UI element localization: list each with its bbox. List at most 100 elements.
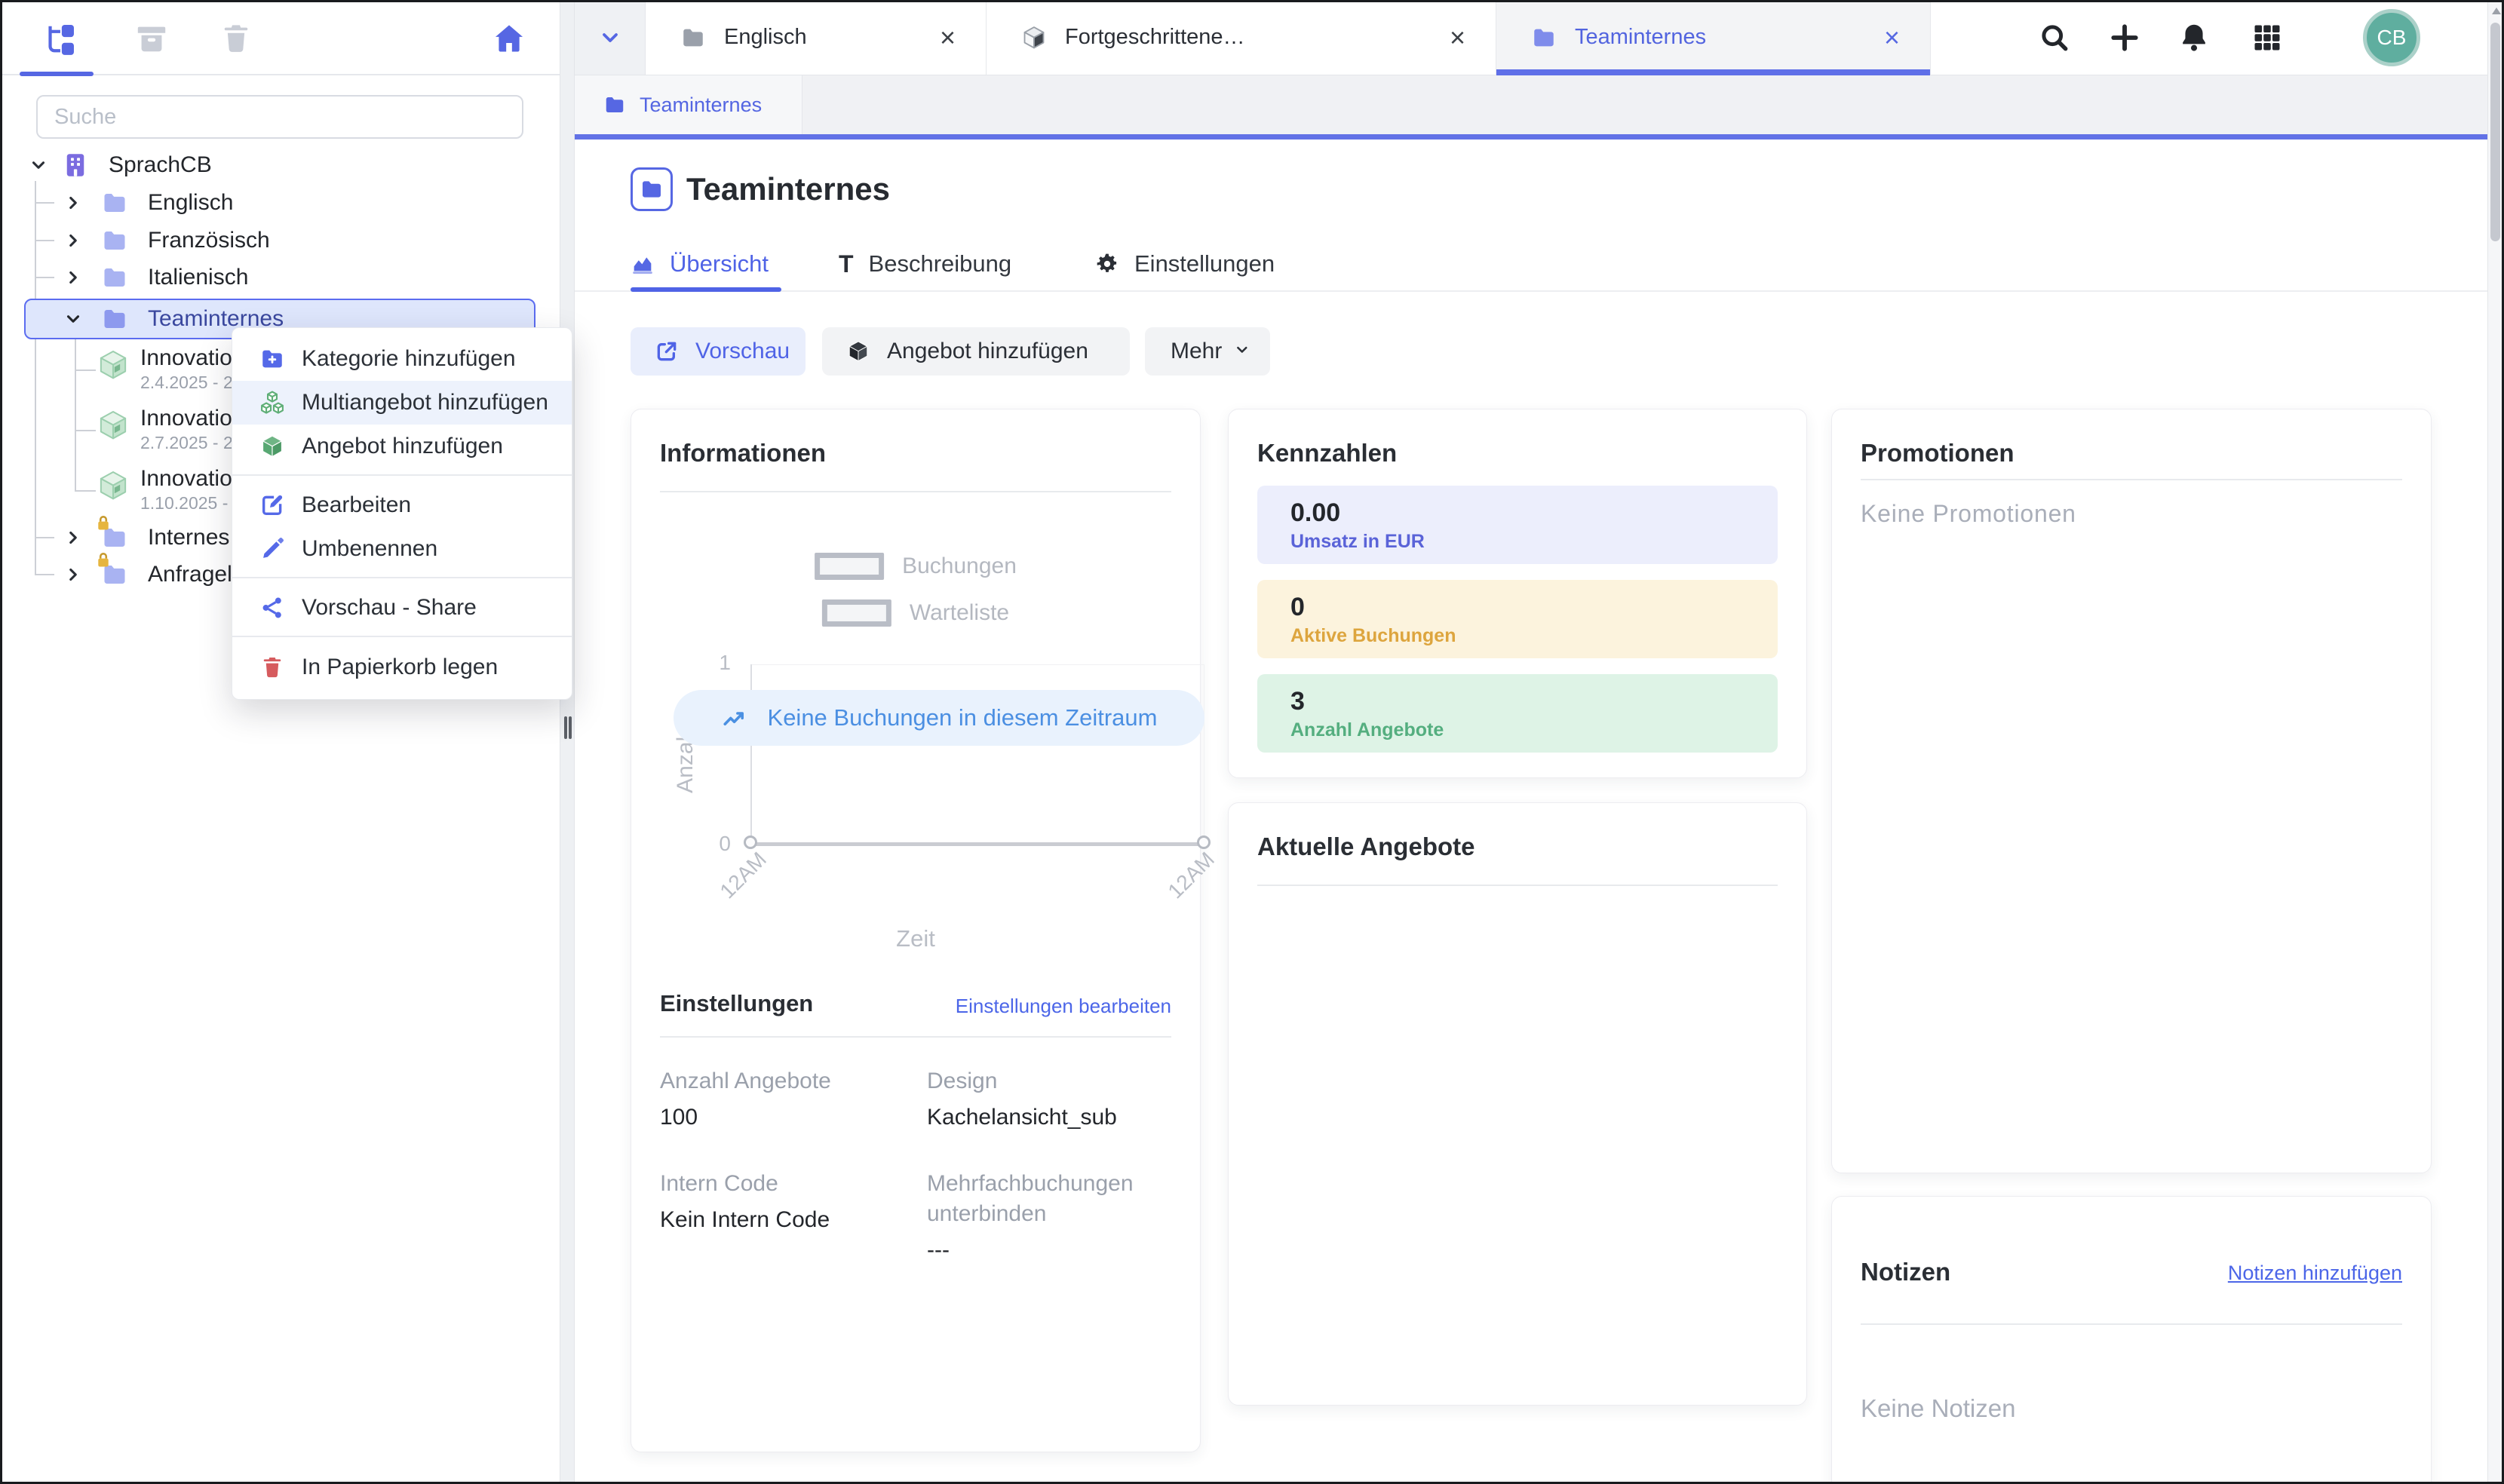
chevron-down-icon[interactable] [29,155,48,175]
empty-chart-text: Keine Buchungen in diesem Zeitraum [768,704,1158,731]
add-icon[interactable] [2108,21,2141,54]
window-tabbar: Englisch × Fortgeschrittene… × Teaminter… [575,0,2504,75]
offer-title: Innovatio [140,466,232,492]
vorschau-button[interactable]: Vorschau [631,327,806,376]
tree-item-label: Französisch [148,228,270,253]
empty-state-text: Keine Notizen [1861,1394,2402,1423]
tab-fortgeschrittene[interactable]: Fortgeschrittene… × [987,0,1496,75]
chevron-right-icon[interactable] [63,565,83,584]
card-title: Kennzahlen [1257,437,1778,470]
offer-cube-icon [97,348,130,382]
tab-list-dropdown[interactable] [575,0,646,75]
close-icon[interactable]: × [940,24,956,51]
button-label: Vorschau [695,339,790,364]
chevron-right-icon[interactable] [63,528,83,547]
edit-square-icon [259,492,285,518]
notifications-bell-icon[interactable] [2177,21,2211,54]
field-label: Mehrfachbuchungen unterbinden [927,1169,1171,1229]
data-point [744,836,757,849]
menu-item-label: Multiangebot hinzufügen [302,390,548,415]
mehr-button[interactable]: Mehr [1145,327,1270,376]
menu-item-label: Kategorie hinzufügen [302,346,516,372]
sidebar-resizer[interactable] [560,0,575,1484]
tree-item-label: Internes [148,525,229,550]
stat-umsatz: 0.00 Umsatz in EUR [1257,486,1778,564]
field-label: Anzahl Angebote [660,1066,904,1096]
divider [1861,1323,2402,1325]
sidebar-item-franzoesisch[interactable]: Französisch [0,222,543,259]
legend-warteliste[interactable]: Warteliste [822,599,1009,627]
breadcrumb-label: Teaminternes [640,94,762,117]
zero-line [750,842,1204,846]
sidebar-item-englisch[interactable]: Englisch [0,184,543,222]
tab-englisch[interactable]: Englisch × [646,0,987,75]
legend-swatch [822,599,891,627]
notizen-add-link[interactable]: Notizen hinzufügen [2228,1262,2402,1285]
share-icon [259,595,285,621]
archive-icon[interactable] [134,21,169,56]
tree-root-sprachcb[interactable]: SprachCB [0,146,543,184]
menu-item-label: In Papierkorb legen [302,655,498,680]
menu-item-multiangebot-hinzufuegen[interactable]: Multiangebot hinzufügen [232,381,572,425]
folder-icon [101,561,128,588]
stat-value: 3 [1290,685,1778,717]
home-icon[interactable] [492,21,526,56]
x-axis-tick: 12AM [1163,848,1219,903]
search-icon[interactable] [2038,21,2071,54]
scrollbar-thumb[interactable] [2490,23,2500,241]
avatar[interactable]: CB [2363,9,2420,66]
sidebar-item-italienisch[interactable]: Italienisch [0,259,543,296]
tab-einstellungen[interactable]: Einstellungen [1095,240,1275,288]
divider [1861,479,2402,480]
legend-buchungen[interactable]: Buchungen [815,553,1017,580]
chevron-down-icon[interactable] [63,309,83,329]
field-label: Design [927,1066,1171,1096]
menu-item-bearbeiten[interactable]: Bearbeiten [232,483,572,527]
stat-value: 0 [1290,591,1778,623]
settings-edit-link[interactable]: Einstellungen bearbeiten [956,995,1171,1018]
lock-icon [94,552,113,572]
chevron-right-icon[interactable] [63,231,83,250]
search-input[interactable] [36,95,523,139]
menu-item-umbenennen[interactable]: Umbenennen [232,527,572,571]
active-tab-indicator [631,287,781,292]
offer-title: Innovatio [140,345,232,371]
tab-uebersicht[interactable]: Übersicht [631,240,769,288]
empty-state-text: Keine Promotionen [1861,500,2402,528]
settings-field: Anzahl Angebote 100 [660,1066,904,1134]
tab-teaminternes[interactable]: Teaminternes × [1496,0,1931,75]
building-icon [62,152,89,179]
chevron-right-icon[interactable] [63,193,83,213]
resize-handle-bar [569,716,572,739]
tree-item-label: Anfragel [148,562,232,587]
apps-grid-icon[interactable] [2251,21,2284,54]
menu-item-kategorie-hinzufuegen[interactable]: Kategorie hinzufügen [232,337,572,381]
close-icon[interactable]: × [1884,24,1900,51]
settings-header: Einstellungen Einstellungen bearbeiten [660,989,1171,1018]
gear-icon [1095,252,1119,276]
card-informationen: Informationen Buchungen Warteliste 1 0 A… [631,409,1201,1452]
menu-item-vorschau-share[interactable]: Vorschau - Share [232,586,572,630]
settings-grid: Anzahl Angebote 100 Design Kachelansicht… [660,1066,1171,1267]
cube-icon [259,434,285,459]
divider [1257,885,1778,886]
tree-item-label: Italienisch [148,265,248,290]
settings-field: Intern Code Kein Intern Code [660,1169,904,1267]
angebot-hinzufuegen-button[interactable]: Angebot hinzufügen [822,327,1130,376]
trash-icon[interactable] [219,21,253,56]
tree-view-icon[interactable] [42,21,77,56]
tab-beschreibung[interactable]: T Beschreibung [839,240,1011,288]
avatar-initials: CB [2377,26,2407,50]
scroll-up-arrow[interactable] [2492,8,2501,14]
page-scrollbar[interactable] [2487,0,2504,1484]
breadcrumb[interactable]: Teaminternes [575,75,802,134]
menu-item-angebot-hinzufuegen[interactable]: Angebot hinzufügen [232,425,572,468]
bookings-chart: Buchungen Warteliste 1 0 Anzahl [660,492,1171,975]
field-value: 100 [660,1101,904,1134]
menu-item-in-papierkorb-legen[interactable]: In Papierkorb legen [232,645,572,690]
stat-anzahl-angebote: 3 Anzahl Angebote [1257,674,1778,753]
tab-label: Beschreibung [869,250,1012,277]
folder-icon [1531,25,1557,51]
close-icon[interactable]: × [1450,24,1465,51]
chevron-right-icon[interactable] [63,268,83,287]
